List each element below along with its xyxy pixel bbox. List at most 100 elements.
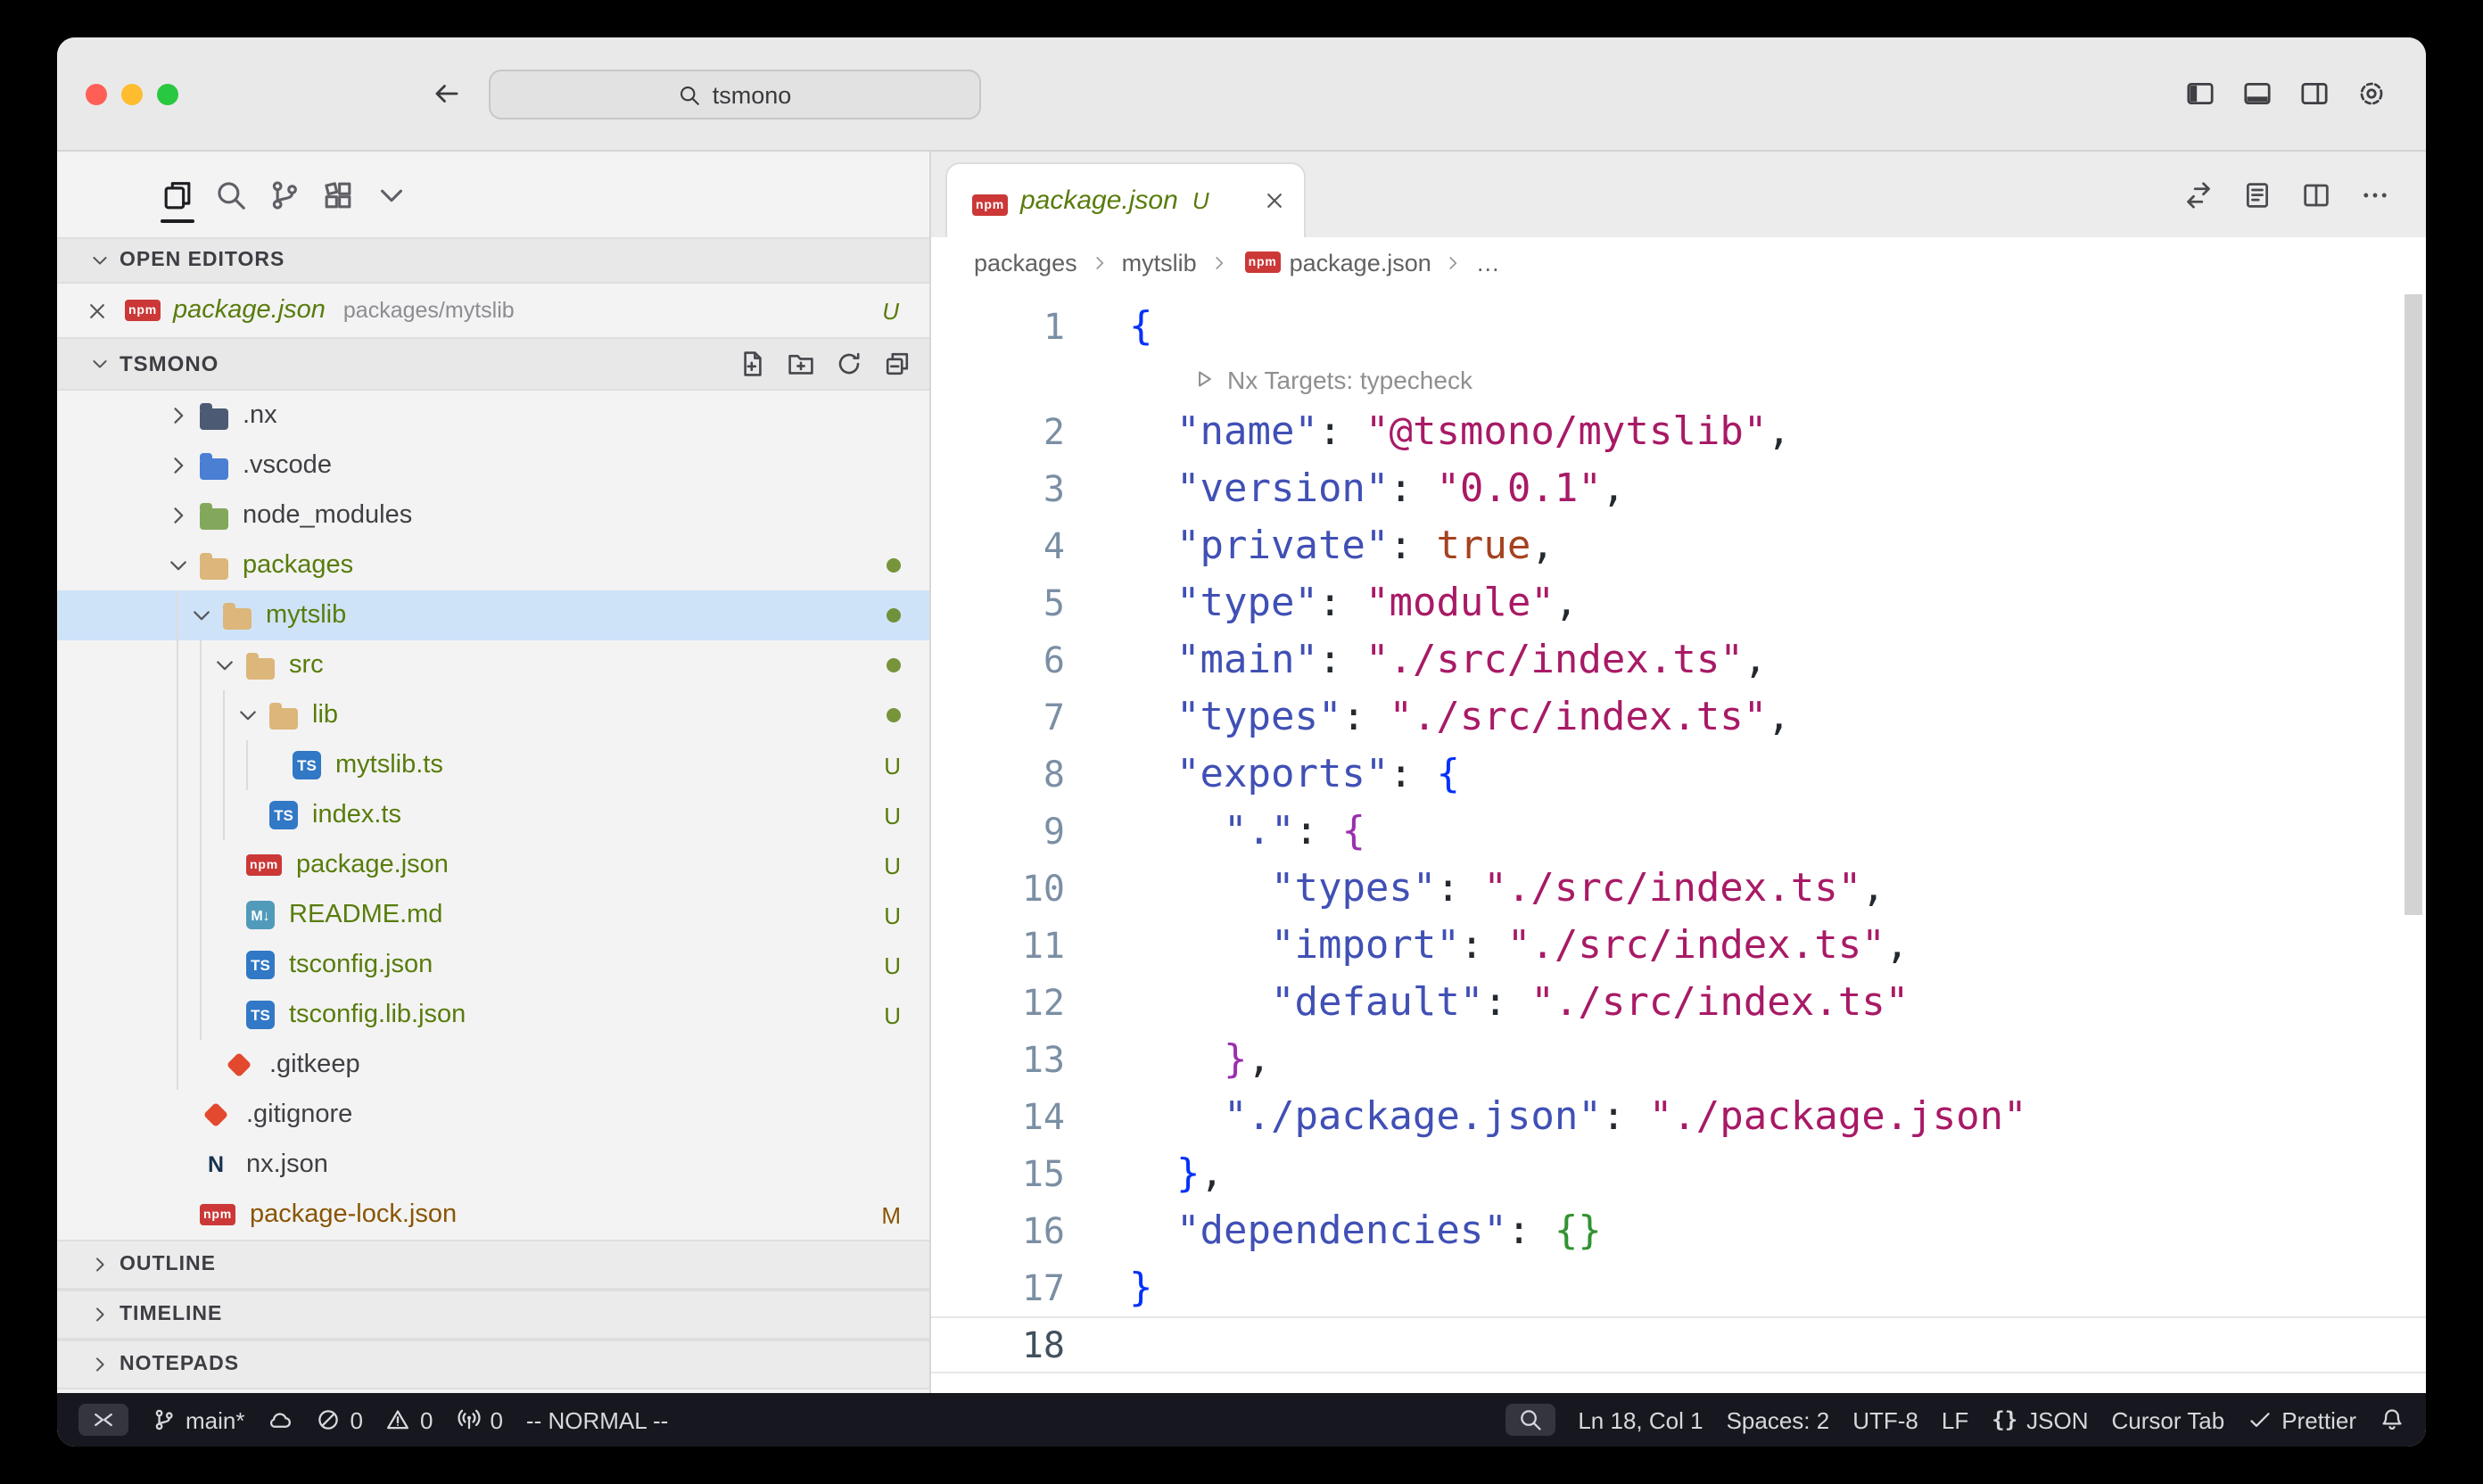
activity-source-control[interactable] xyxy=(260,162,309,227)
layout-panel-icon[interactable] xyxy=(2242,78,2273,109)
settings-gear-icon[interactable] xyxy=(2356,78,2387,109)
tree-item-packages[interactable]: packages xyxy=(57,540,929,590)
activity-search[interactable] xyxy=(207,162,255,227)
status-encoding[interactable]: UTF-8 xyxy=(1852,1406,1918,1433)
tree-item-index.ts[interactable]: TSindex.tsU xyxy=(57,790,929,840)
new-folder-icon[interactable] xyxy=(787,350,815,378)
code-line-2[interactable]: 2 "name": "@tsmono/mytslib", xyxy=(931,403,2426,460)
close-tab-button[interactable] xyxy=(1263,189,1286,212)
collapse-all-icon[interactable] xyxy=(883,350,912,378)
vertical-scrollbar[interactable] xyxy=(2405,294,2422,915)
activity-extensions[interactable] xyxy=(314,162,362,227)
code-line-3[interactable]: 3 "version": "0.0.1", xyxy=(931,460,2426,517)
layout-sidebar-right-icon[interactable] xyxy=(2299,78,2330,109)
code-line-6[interactable]: 6 "main": "./src/index.ts", xyxy=(931,631,2426,688)
code-line-5[interactable]: 5 "type": "module", xyxy=(931,574,2426,631)
breadcrumb-separator xyxy=(1209,252,1229,272)
tree-item-tsconfig.lib.json[interactable]: TStsconfig.lib.jsonU xyxy=(57,990,929,1040)
tab-package-json[interactable]: npm package.json U xyxy=(945,162,1306,237)
section-timeline[interactable]: TIMELINE xyxy=(57,1290,929,1340)
status-publish[interactable] xyxy=(268,1407,293,1432)
npm-icon: npm xyxy=(972,194,1008,216)
breadcrumb-mytslib[interactable]: mytslib xyxy=(1122,249,1197,276)
code-line-15[interactable]: 15 }, xyxy=(931,1145,2426,1202)
status-language-mode[interactable]: {}JSON xyxy=(1992,1406,2088,1433)
tree-item-src[interactable]: src xyxy=(57,640,929,690)
compare-changes-icon[interactable] xyxy=(2183,179,2214,210)
tree-item-.nx[interactable]: .nx xyxy=(57,391,929,441)
status-cursor-tab[interactable]: Cursor Tab xyxy=(2112,1406,2225,1433)
open-changes-icon[interactable] xyxy=(2242,179,2273,210)
activity-explorer[interactable] xyxy=(153,162,202,227)
minimize-window-button[interactable] xyxy=(121,83,143,104)
open-editor-package.json[interactable]: npmpackage.jsonpackages/mytslibU xyxy=(57,284,929,337)
section-outline[interactable]: OUTLINE xyxy=(57,1240,929,1290)
tree-item-mytslib.ts[interactable]: TSmytslib.tsU xyxy=(57,740,929,790)
code-line-14[interactable]: 14 "./package.json": "./package.json" xyxy=(931,1088,2426,1145)
status-ports[interactable]: 0 xyxy=(456,1406,502,1433)
tree-item-tsconfig.json[interactable]: TStsconfig.jsonU xyxy=(57,940,929,990)
tree-item-.gitignore[interactable]: .gitignore xyxy=(57,1090,929,1140)
back-button[interactable] xyxy=(432,78,462,109)
close-editor-button[interactable] xyxy=(86,299,109,322)
code-line-17[interactable]: 17} xyxy=(931,1259,2426,1316)
tree-item-node_modules[interactable]: node_modules xyxy=(57,491,929,540)
tree-item-README.md[interactable]: M↓README.mdU xyxy=(57,890,929,940)
code-line-4[interactable]: 4 "private": true, xyxy=(931,517,2426,574)
code-line-10[interactable]: 10 "types": "./src/index.ts", xyxy=(931,860,2426,917)
chevron-down-icon[interactable] xyxy=(207,653,243,678)
status-formatter[interactable]: Prettier xyxy=(2248,1406,2356,1433)
code-line-9[interactable]: 9 ".": { xyxy=(931,803,2426,860)
command-center-search[interactable]: tsmono xyxy=(489,70,981,120)
section-title: TIMELINE xyxy=(120,1304,222,1325)
chevron-right-icon[interactable] xyxy=(161,503,196,528)
code-line-8[interactable]: 8 "exports": { xyxy=(931,746,2426,803)
chevron-down-icon[interactable] xyxy=(230,703,266,728)
breadcrumb-[interactable]: … xyxy=(1476,249,1500,276)
section-notepads[interactable]: NOTEPADS xyxy=(57,1340,929,1389)
code-line-13[interactable]: 13 }, xyxy=(931,1031,2426,1088)
tree-item-package-lock.json[interactable]: npmpackage-lock.jsonM xyxy=(57,1190,929,1240)
chevron-right-icon[interactable] xyxy=(161,403,196,428)
breadcrumb-packages[interactable]: packages xyxy=(974,249,1077,276)
status-vim-mode[interactable]: -- NORMAL -- xyxy=(526,1406,668,1433)
status-eol[interactable]: LF xyxy=(1942,1406,1968,1433)
more-actions-icon[interactable] xyxy=(2360,179,2390,210)
tree-item-nx.json[interactable]: Nnx.json xyxy=(57,1140,929,1190)
tree-item-.gitkeep[interactable]: .gitkeep xyxy=(57,1040,929,1090)
status-cursor-position[interactable]: Ln 18, Col 1 xyxy=(1578,1406,1703,1433)
breadcrumb-package.json[interactable]: npmpackage.json xyxy=(1242,249,1431,276)
chevron-down-icon[interactable] xyxy=(161,553,196,578)
split-editor-icon[interactable] xyxy=(2301,179,2331,210)
code-line-11[interactable]: 11 "import": "./src/index.ts", xyxy=(931,917,2426,974)
code-editor[interactable]: 1{Nx Targets: typecheck2 "name": "@tsmon… xyxy=(931,287,2426,1393)
maximize-window-button[interactable] xyxy=(157,83,178,104)
open-editors-header[interactable]: OPEN EDITORS xyxy=(57,237,929,284)
status-indentation[interactable]: Spaces: 2 xyxy=(1727,1406,1830,1433)
activity-more[interactable] xyxy=(367,162,416,227)
chevron-right-icon[interactable] xyxy=(161,453,196,478)
code-lens-nx-targets[interactable]: Nx Targets: typecheck xyxy=(931,355,2426,403)
explorer-section-header[interactable]: TSMONO xyxy=(57,337,929,391)
status-notifications[interactable] xyxy=(2380,1407,2405,1432)
tree-item-label: nx.json xyxy=(246,1150,328,1179)
status-remote[interactable] xyxy=(78,1404,128,1436)
code-line-18[interactable]: 18 xyxy=(931,1316,2426,1373)
layout-sidebar-left-icon[interactable] xyxy=(2185,78,2215,109)
code-line-1[interactable]: 1{ xyxy=(931,298,2426,355)
close-window-button[interactable] xyxy=(86,83,107,104)
chevron-down-icon[interactable] xyxy=(184,603,219,628)
tree-item-mytslib[interactable]: mytslib xyxy=(57,590,929,640)
status-errors[interactable]: 0 xyxy=(317,1406,363,1433)
refresh-icon[interactable] xyxy=(835,350,863,378)
tree-item-package.json[interactable]: npmpackage.jsonU xyxy=(57,840,929,890)
code-line-7[interactable]: 7 "types": "./src/index.ts", xyxy=(931,688,2426,746)
code-line-12[interactable]: 12 "default": "./src/index.ts" xyxy=(931,974,2426,1031)
tree-item-lib[interactable]: lib xyxy=(57,690,929,740)
status-zoom[interactable] xyxy=(1505,1404,1555,1436)
status-warnings[interactable]: 0 xyxy=(386,1406,433,1433)
tree-item-.vscode[interactable]: .vscode xyxy=(57,441,929,491)
code-line-16[interactable]: 16 "dependencies": {} xyxy=(931,1202,2426,1259)
status-git-branch[interactable]: main* xyxy=(152,1406,245,1433)
new-file-icon[interactable] xyxy=(738,350,767,378)
